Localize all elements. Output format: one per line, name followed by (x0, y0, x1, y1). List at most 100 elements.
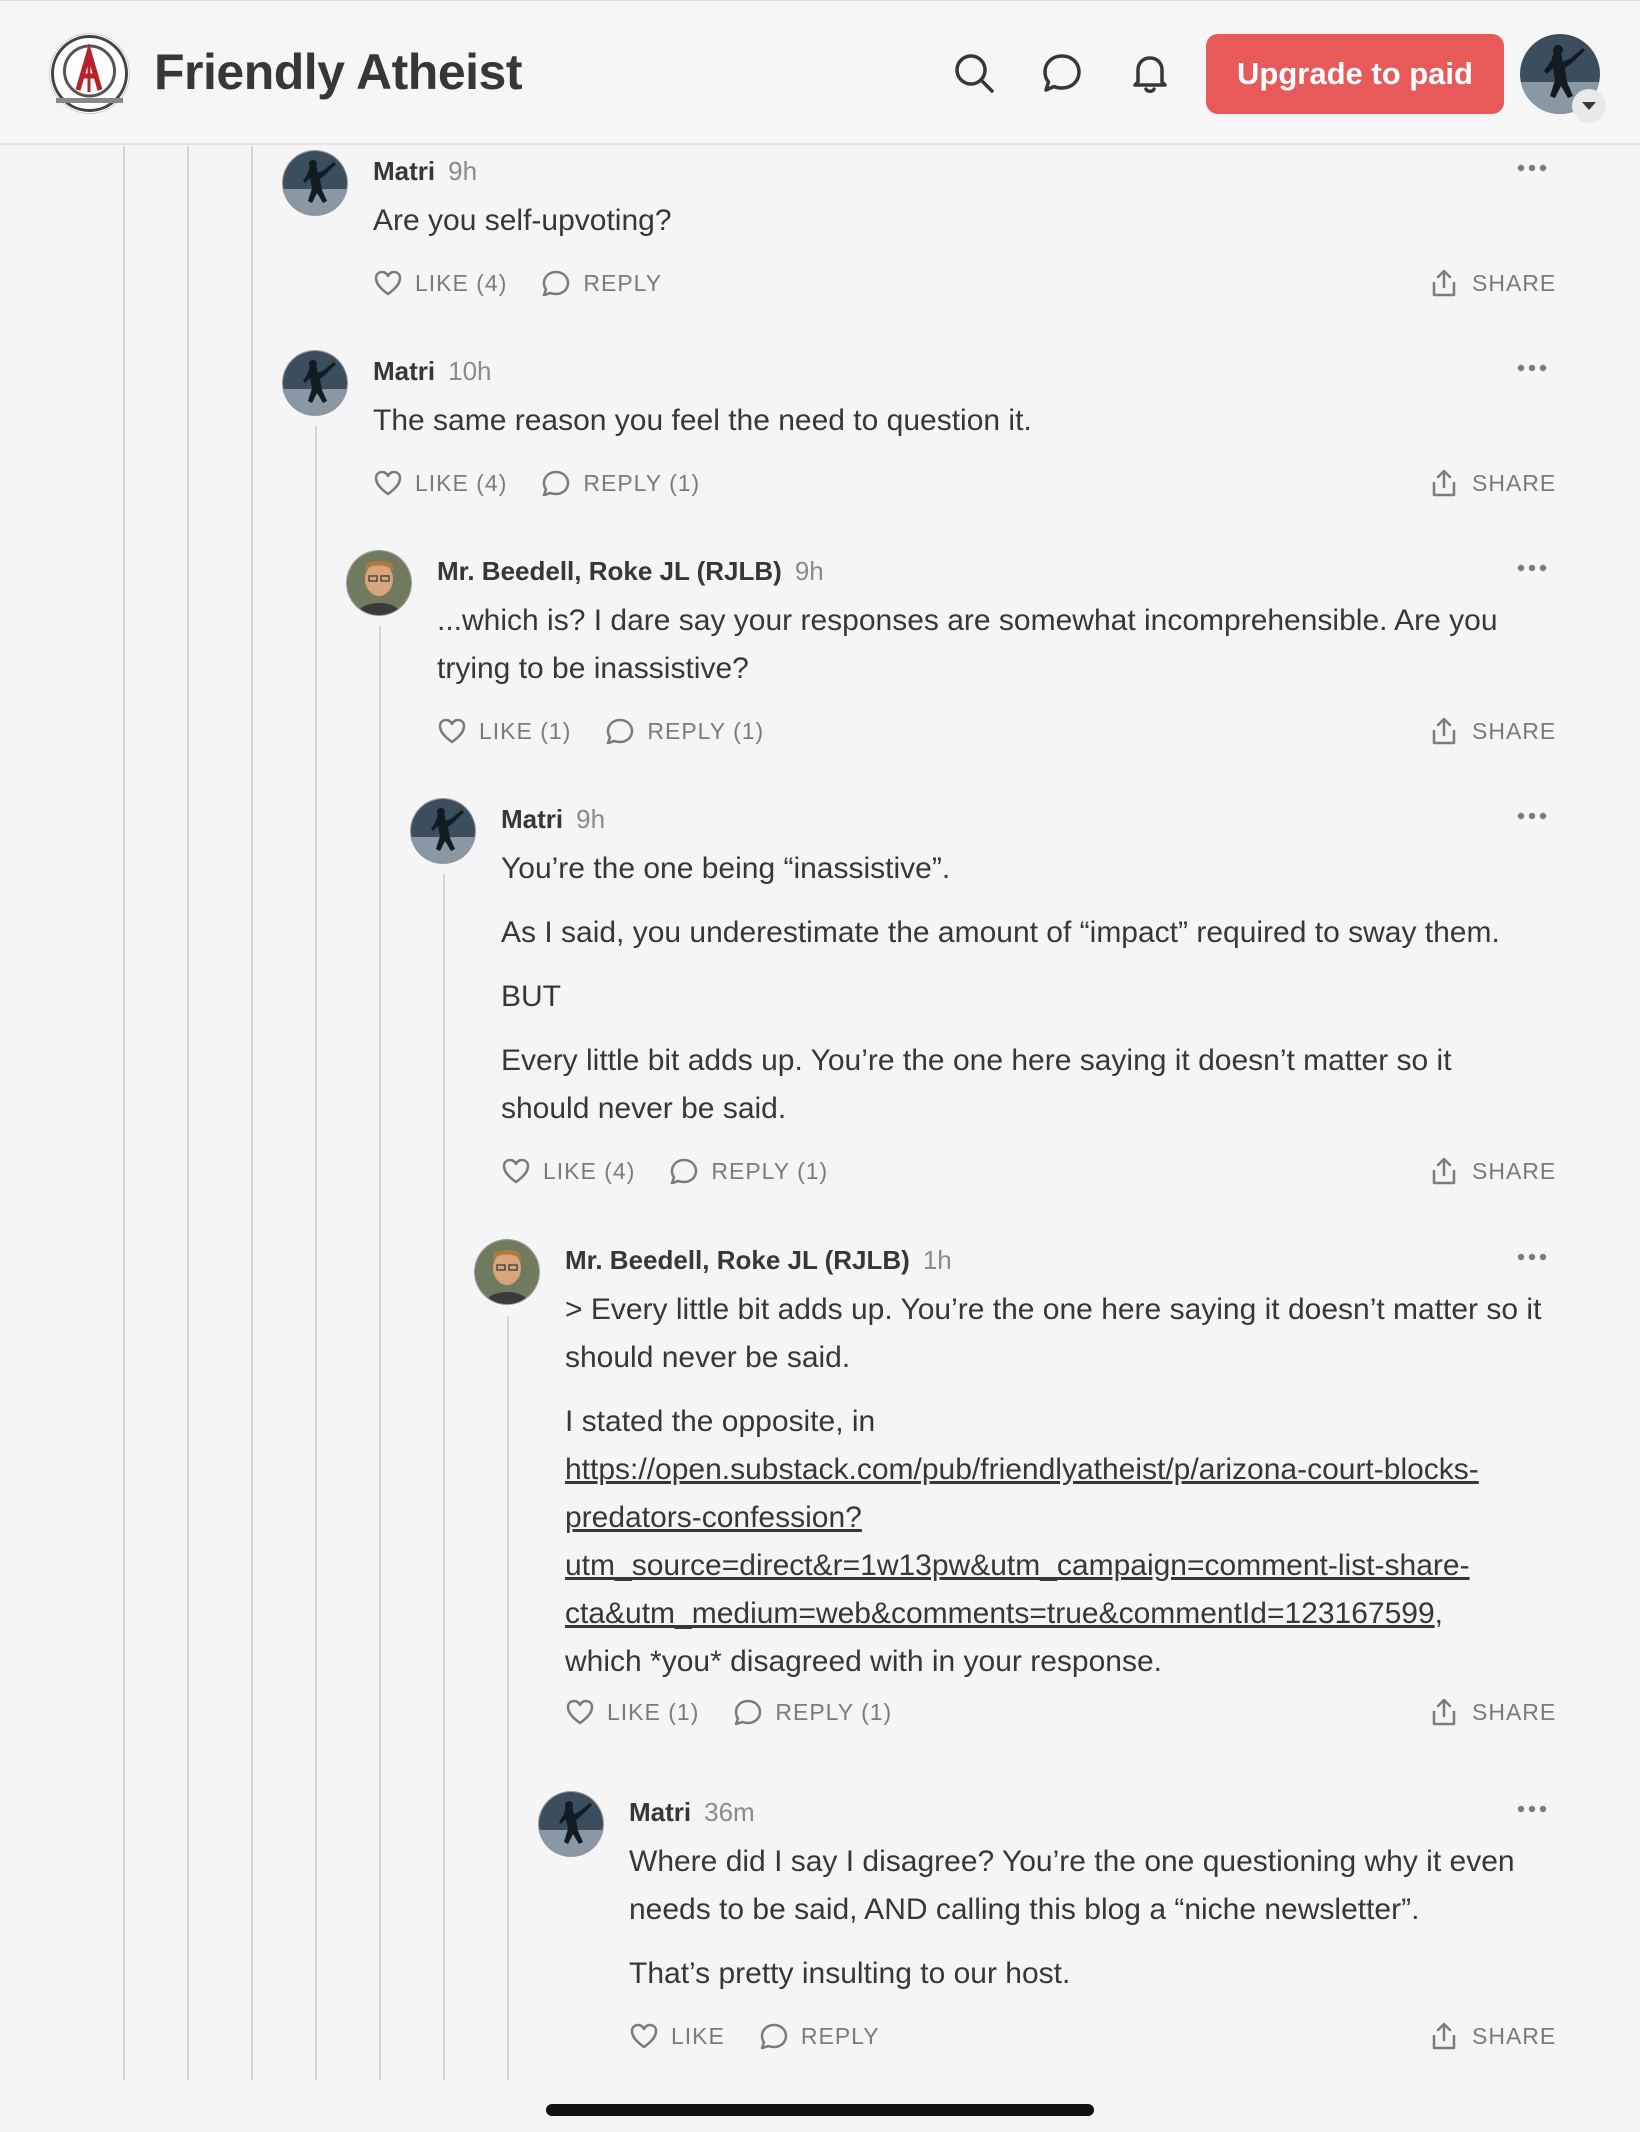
like-button[interactable]: LIKE (4) (373, 469, 507, 497)
share-icon (1432, 717, 1456, 745)
share-button[interactable]: SHARE (1430, 714, 1556, 748)
comment-meta: Matri 10h (373, 351, 492, 391)
comment-text: BUT (501, 980, 561, 1013)
like-label: LIKE (4) (415, 269, 508, 296)
link-line: predators-confession? (565, 1501, 862, 1534)
site-title[interactable]: Friendly Atheist (154, 39, 522, 105)
share-label: SHARE (1472, 269, 1557, 296)
comment-body: ...which is? I dare say your responses a… (437, 597, 1537, 709)
avatar[interactable] (475, 1240, 539, 1304)
reply-button[interactable]: REPLY (1) (669, 1157, 828, 1185)
author-name[interactable]: Matri (629, 1797, 691, 1828)
search-icon[interactable] (952, 51, 996, 95)
timestamp[interactable]: 10h (448, 356, 491, 387)
comment-text: ...which is? I dare say your responses a… (437, 604, 1498, 685)
heart-icon (438, 718, 466, 744)
avatar[interactable] (411, 799, 475, 863)
share-button[interactable]: SHARE (1430, 1154, 1556, 1188)
more-options-icon[interactable] (1515, 361, 1549, 375)
share-button[interactable]: SHARE (1430, 266, 1556, 300)
publication-logo[interactable] (50, 34, 129, 113)
comment-text: Are you self-upvoting? (373, 204, 672, 237)
reply-button[interactable]: REPLY (759, 2022, 880, 2050)
timestamp[interactable]: 9h (448, 156, 477, 187)
reply-icon (671, 1158, 698, 1185)
comment-meta: Matri 9h (373, 151, 477, 191)
like-button[interactable]: LIKE (1) (437, 717, 571, 745)
avatar[interactable] (347, 551, 411, 615)
timestamp[interactable]: 36m (704, 1797, 755, 1828)
share-label: SHARE (1472, 717, 1557, 744)
share-button[interactable]: SHARE (1430, 466, 1556, 500)
thread-line (379, 626, 381, 2080)
comment-body: Where did I say I disagree? You’re the o… (629, 1838, 1547, 2014)
more-options-icon[interactable] (1515, 561, 1549, 575)
link-line: https://open.substack.com/pub/friendlyat… (565, 1453, 1479, 1486)
comment-link[interactable]: https://open.substack.com/pub/friendlyat… (565, 1453, 1479, 1630)
more-options-icon[interactable] (1515, 1802, 1549, 1816)
comment-meta: Matri 36m (629, 1792, 755, 1832)
reply-button[interactable]: REPLY (1) (605, 717, 764, 745)
author-name[interactable]: Matri (373, 356, 435, 387)
timestamp[interactable]: 1h (923, 1245, 952, 1276)
top-bar: Friendly Atheist Upgrade to paid (0, 0, 1640, 145)
comment-text: That’s pretty insulting to our host. (629, 1957, 1071, 1990)
comment-text: Every little bit adds up. You’re the one… (501, 1044, 1452, 1125)
home-indicator[interactable] (546, 2104, 1094, 2116)
reply-label: REPLY (1) (647, 717, 765, 744)
comment-body: You’re the one being “inassistive”. As I… (501, 845, 1547, 1149)
reply-icon (543, 470, 570, 497)
comment-actions: LIKE (4) REPLY (1) (373, 466, 734, 500)
avatar[interactable] (283, 151, 347, 215)
like-label: LIKE (671, 2022, 725, 2049)
share-button[interactable]: SHARE (1430, 2019, 1556, 2053)
account-menu-chevron-down-icon[interactable] (1572, 89, 1606, 123)
more-options-icon[interactable] (1515, 161, 1549, 175)
thread-line (123, 146, 125, 2080)
upgrade-to-paid-button[interactable]: Upgrade to paid (1206, 34, 1504, 114)
comment: Mr. Beedell, Roke JL (RJLB) 9h ...which … (347, 551, 1555, 761)
avatar[interactable] (283, 351, 347, 415)
share-label: SHARE (1472, 1157, 1557, 1184)
comment-text: Where did I say I disagree? You’re the o… (629, 1845, 1515, 1926)
comment-actions: LIKE (1) REPLY (1) (565, 1695, 926, 1729)
timestamp[interactable]: 9h (795, 556, 824, 587)
share-icon (1432, 269, 1456, 297)
timestamp[interactable]: 9h (576, 804, 605, 835)
like-button[interactable]: LIKE (1) (565, 1698, 699, 1726)
like-button[interactable]: LIKE (4) (501, 1157, 635, 1185)
share-button[interactable]: SHARE (1430, 1695, 1556, 1729)
thread-line (315, 426, 317, 2080)
reply-label: REPLY (1) (583, 469, 701, 496)
share-icon (1432, 1698, 1456, 1726)
reply-label: REPLY (583, 269, 663, 296)
comment: Matri 9h Are you self-upvoting? LIKE (4)… (283, 151, 1555, 311)
comment-text: > Every little bit adds up. You’re the o… (565, 1293, 1542, 1374)
author-name[interactable]: Matri (373, 156, 435, 187)
author-name[interactable]: Mr. Beedell, Roke JL (RJLB) (437, 556, 782, 587)
chat-icon[interactable] (1040, 51, 1084, 95)
share-label: SHARE (1472, 1698, 1557, 1725)
author-name[interactable]: Matri (501, 804, 563, 835)
reply-button[interactable]: REPLY (1) (733, 1698, 892, 1726)
share-icon (1432, 2022, 1456, 2050)
notifications-bell-icon[interactable] (1128, 51, 1172, 95)
like-button[interactable]: LIKE (4) (373, 269, 507, 297)
comment-meta: Matri 9h (501, 799, 605, 839)
avatar[interactable] (539, 1792, 603, 1856)
link-line: cta&utm_medium=web&comments=true&comment… (565, 1597, 1435, 1630)
more-options-icon[interactable] (1515, 1250, 1549, 1264)
share-icon (1432, 469, 1456, 497)
reply-button[interactable]: REPLY (1) (541, 469, 700, 497)
like-button[interactable]: LIKE (629, 2022, 725, 2050)
comment-body: The same reason you feel the need to que… (373, 397, 1547, 461)
comment-text: You’re the one being “inassistive”. (501, 852, 951, 885)
more-options-icon[interactable] (1515, 809, 1549, 823)
reply-icon (543, 270, 570, 297)
author-name[interactable]: Mr. Beedell, Roke JL (RJLB) (565, 1245, 910, 1276)
like-label: LIKE (1) (607, 1698, 700, 1725)
comment-actions: LIKE REPLY (629, 2019, 914, 2053)
comment: Mr. Beedell, Roke JL (RJLB) 1h > Every l… (475, 1240, 1555, 1740)
reply-button[interactable]: REPLY (541, 269, 662, 297)
reply-icon (760, 2023, 788, 2050)
